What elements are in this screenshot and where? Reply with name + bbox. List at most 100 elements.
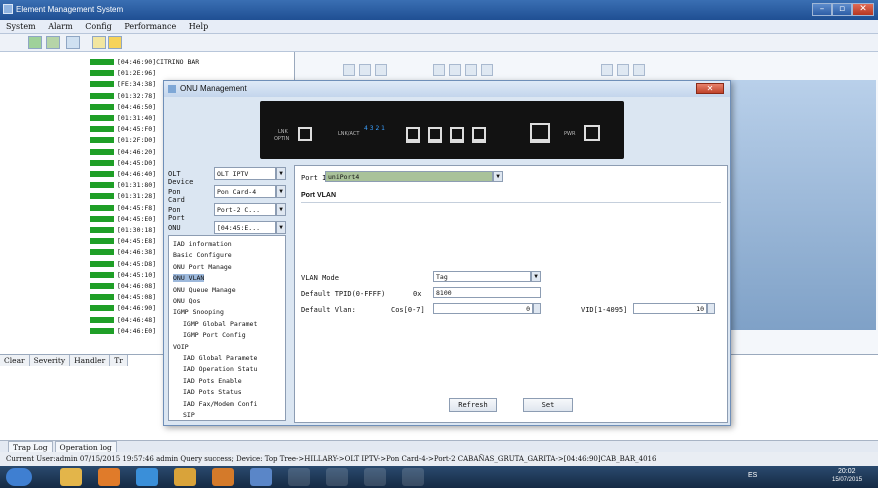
maximize-button[interactable]: ▫ bbox=[832, 3, 852, 16]
chrome-icon[interactable] bbox=[174, 468, 196, 486]
menu-alarm[interactable]: Alarm bbox=[48, 22, 73, 31]
tree-item[interactable]: IGMP Global Paramet bbox=[183, 320, 257, 328]
device-icon[interactable] bbox=[46, 36, 60, 49]
cos-input[interactable]: 0 bbox=[433, 303, 533, 314]
tree-item[interactable]: ONU Port Manage bbox=[173, 263, 232, 271]
circle-icon[interactable] bbox=[617, 64, 629, 76]
tree-item[interactable]: ONU Queue Manage bbox=[173, 286, 236, 294]
menu-performance[interactable]: Performance bbox=[124, 22, 176, 31]
tree-item[interactable]: ONU VLAN bbox=[173, 274, 205, 283]
hand-icon[interactable] bbox=[375, 64, 387, 76]
browser-icon[interactable] bbox=[136, 468, 158, 486]
refresh-button[interactable]: Refresh bbox=[449, 398, 497, 412]
delete-icon[interactable] bbox=[633, 64, 645, 76]
tree-item[interactable]: IAD Pots Enable bbox=[183, 377, 242, 385]
move-icon[interactable] bbox=[343, 64, 355, 76]
chevron-down-icon[interactable]: ▼ bbox=[276, 203, 286, 216]
tree-item[interactable]: IGMP Snooping bbox=[173, 308, 224, 316]
warning-icon[interactable] bbox=[108, 36, 122, 49]
alarm-row[interactable]: [04:46:50] bbox=[90, 103, 156, 112]
zoom-in-icon[interactable] bbox=[433, 64, 445, 76]
alarm-icon[interactable] bbox=[66, 36, 80, 49]
col-handler[interactable]: Handler bbox=[70, 355, 111, 366]
line-icon[interactable] bbox=[601, 64, 613, 76]
app-icon-5[interactable] bbox=[364, 468, 386, 486]
app-icon-2[interactable] bbox=[212, 468, 234, 486]
close-button[interactable]: ✕ bbox=[852, 3, 874, 16]
layout-icon[interactable] bbox=[481, 64, 493, 76]
app-icon-3[interactable] bbox=[250, 468, 272, 486]
dialog-close-button[interactable]: ✕ bbox=[696, 83, 724, 94]
vid-input[interactable]: 10 bbox=[633, 303, 707, 314]
alarm-row[interactable]: [04:46:08] bbox=[90, 282, 156, 291]
tray-clock-date[interactable]: 15/07/2015 bbox=[832, 477, 862, 483]
menu-system[interactable]: System bbox=[6, 22, 36, 31]
alarm-row[interactable]: [04:46:90]CITRINO BAR bbox=[90, 58, 199, 67]
tray-clock-time[interactable]: 20:02 bbox=[838, 468, 856, 475]
alarm-row[interactable]: [01:31:80] bbox=[90, 181, 156, 190]
chevron-down-icon[interactable]: ▼ bbox=[531, 271, 541, 282]
start-icon[interactable] bbox=[6, 468, 32, 486]
pon-card-select[interactable]: Pon Card-4 bbox=[214, 185, 276, 198]
app-icon-4[interactable] bbox=[326, 468, 348, 486]
vid-stepper[interactable] bbox=[707, 303, 715, 314]
tree-item[interactable]: ONU Qos bbox=[173, 297, 200, 305]
alarm-row[interactable]: [04:45:E8] bbox=[90, 237, 156, 246]
pon-port-select[interactable]: Port-2 C... bbox=[214, 203, 276, 216]
alarm-row[interactable]: [04:45:F8] bbox=[90, 204, 156, 213]
alarm-row[interactable]: [01:31:28] bbox=[90, 192, 156, 201]
chevron-down-icon[interactable]: ▼ bbox=[493, 171, 503, 182]
ems-task-icon[interactable] bbox=[288, 468, 310, 486]
tree-item[interactable]: IAD Pots Status bbox=[183, 388, 242, 396]
menu-help[interactable]: Help bbox=[189, 22, 208, 31]
alarm-row[interactable]: [FE:34:38] bbox=[90, 80, 156, 89]
select-icon[interactable] bbox=[359, 64, 371, 76]
col-clear[interactable]: Clear bbox=[0, 355, 30, 366]
olt-device-select[interactable]: OLT IPTV bbox=[214, 167, 276, 180]
alarm-row[interactable]: [04:46:38] bbox=[90, 248, 156, 257]
alarm-row[interactable]: [04:45:D8] bbox=[90, 260, 156, 269]
zoom-out-icon[interactable] bbox=[449, 64, 461, 76]
menu-config[interactable]: Config bbox=[85, 22, 112, 31]
alarm-row[interactable]: [04:46:E0] bbox=[90, 327, 156, 336]
alarm-row[interactable]: [04:45:10] bbox=[90, 271, 156, 280]
alarm-row[interactable]: [01:31:40] bbox=[90, 114, 156, 123]
alarm-row[interactable]: [01:30:18] bbox=[90, 226, 156, 235]
alarm-row[interactable]: [01:2E:96] bbox=[90, 69, 156, 78]
chevron-down-icon[interactable]: ▼ bbox=[276, 185, 286, 198]
tree-item[interactable]: IAD Global Paramete bbox=[183, 354, 257, 362]
cos-stepper[interactable] bbox=[533, 303, 541, 314]
folder-icon[interactable] bbox=[60, 468, 82, 486]
tree-item[interactable]: IAD Operation Statu bbox=[183, 365, 257, 373]
app-icon-6[interactable] bbox=[402, 468, 424, 486]
set-button[interactable]: Set bbox=[523, 398, 573, 412]
minimize-button[interactable]: – bbox=[812, 3, 832, 16]
port-id-select[interactable]: uniPort4 bbox=[325, 171, 493, 182]
chevron-down-icon[interactable]: ▼ bbox=[276, 221, 286, 234]
alarm-row[interactable]: [04:46:90] bbox=[90, 304, 156, 313]
config-icon[interactable] bbox=[92, 36, 106, 49]
alarm-row[interactable]: [01:32:78] bbox=[90, 92, 156, 101]
alarm-row[interactable]: [04:45:E0] bbox=[90, 215, 156, 224]
alarm-row[interactable]: [04:46:40] bbox=[90, 170, 156, 179]
tree-item[interactable]: VOIP bbox=[173, 343, 189, 351]
alarm-row[interactable]: [04:46:20] bbox=[90, 148, 156, 157]
col-severity[interactable]: Severity bbox=[29, 355, 71, 366]
alarm-row[interactable]: [04:45:D0] bbox=[90, 159, 156, 168]
tree-item[interactable]: IGMP Port Config bbox=[183, 331, 246, 339]
tpid-input[interactable]: 8100 bbox=[433, 287, 541, 298]
tree-item[interactable]: SIP bbox=[183, 411, 195, 419]
media-icon[interactable] bbox=[98, 468, 120, 486]
topology-icon[interactable] bbox=[28, 36, 42, 49]
alarm-row[interactable]: [01:2F:D0] bbox=[90, 136, 156, 145]
onu-select[interactable]: [04:45:E... bbox=[214, 221, 276, 234]
alarm-row[interactable]: [04:45:08] bbox=[90, 293, 156, 302]
chevron-down-icon[interactable]: ▼ bbox=[276, 167, 286, 180]
tree-item[interactable]: IAD information bbox=[173, 240, 232, 248]
tree-item[interactable]: IAD Fax/Modem Confi bbox=[183, 400, 257, 408]
col-trap[interactable]: Tr bbox=[110, 355, 128, 366]
tray-language[interactable]: ES bbox=[748, 472, 757, 479]
alarm-row[interactable]: [04:45:F0] bbox=[90, 125, 156, 134]
tree-item[interactable]: Basic Configure bbox=[173, 251, 232, 259]
vlan-mode-select[interactable]: Tag bbox=[433, 271, 531, 282]
